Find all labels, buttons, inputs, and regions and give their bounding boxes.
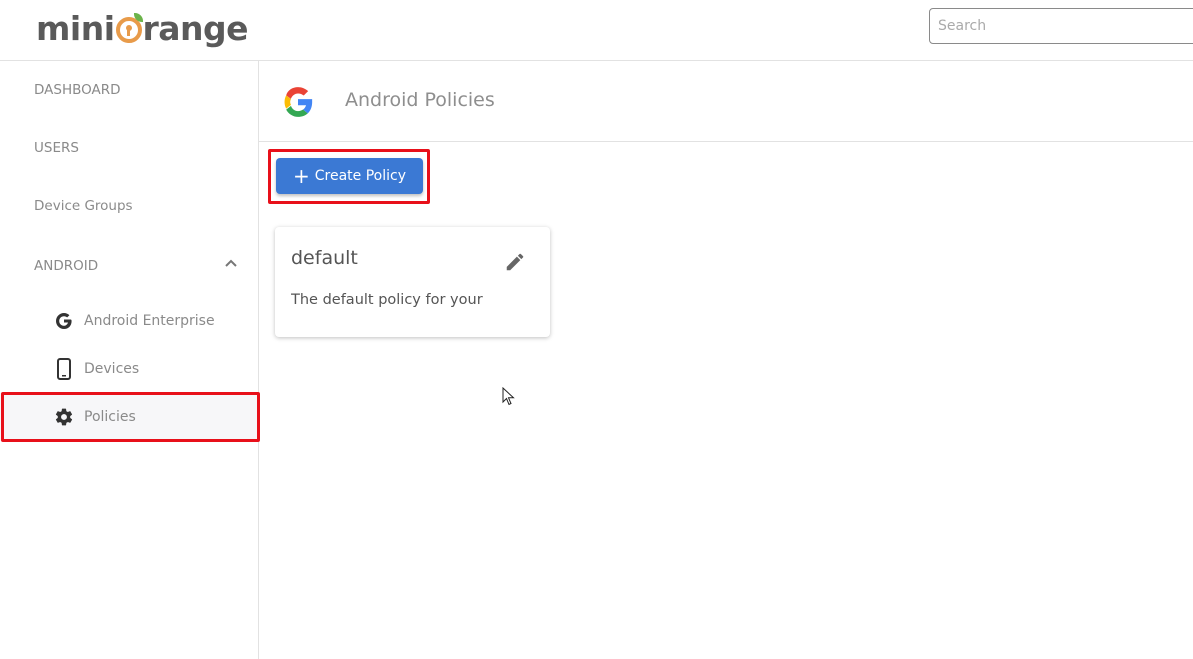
sidebar-item-users[interactable]: USERS [0,124,258,172]
sidebar-item-label: Android Enterprise [84,313,215,329]
policy-description: The default policy for your enterprise [291,292,483,308]
sidebar-item-android-enterprise[interactable]: Android Enterprise [0,297,258,345]
chevron-up-icon[interactable] [224,256,238,270]
policy-name: default [291,247,358,269]
smartphone-icon [53,358,75,380]
sidebar-item-label: Device Groups [34,198,133,214]
page-title: Android Policies [345,89,495,111]
logo-lock-icon [115,13,143,43]
sidebar-item-label: USERS [34,140,79,156]
sidebar-item-label: DASHBOARD [34,82,121,98]
sidebar-item-label: Policies [84,409,136,425]
sidebar-item-android[interactable]: ANDROID [0,242,258,290]
google-logo-icon [284,87,313,117]
create-policy-button[interactable]: + Create Policy [276,158,423,194]
minorange-logo[interactable]: mini range [36,8,249,48]
gear-icon [53,406,75,428]
sidebar-item-dashboard[interactable]: DASHBOARD [0,66,258,114]
google-g-icon [53,310,75,332]
logo-text-left: mini [36,8,115,48]
sidebar: DASHBOARD USERS Device Groups ANDROID An… [0,61,259,659]
sidebar-item-devices[interactable]: Devices [0,345,258,393]
edit-pencil-icon[interactable] [504,251,526,273]
sidebar-item-device-groups[interactable]: Device Groups [0,182,258,230]
sidebar-item-policies[interactable]: Policies [0,393,258,441]
logo-text-right: range [142,8,249,48]
sidebar-item-label: ANDROID [34,258,99,274]
mouse-cursor-icon [502,387,515,406]
policy-card[interactable]: default The default policy for your ente… [275,227,550,337]
sidebar-item-label: Devices [84,361,140,377]
search-input[interactable] [929,8,1193,44]
page-header: Android Policies [259,61,1193,142]
top-bar: mini range [0,0,1193,61]
create-policy-label: Create Policy [314,168,406,184]
plus-icon: + [292,164,310,188]
